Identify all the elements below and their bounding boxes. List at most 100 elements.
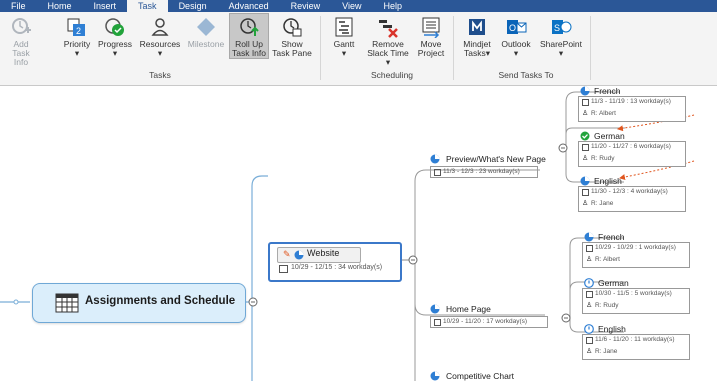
sharepoint-button[interactable]: S SharePoint ▾: [536, 14, 586, 58]
website-title: Website: [307, 248, 340, 258]
calendar-icon: [582, 189, 589, 196]
mindjet-tasks-button[interactable]: Mindjet Tasks▾: [457, 14, 497, 58]
preview-english-resource: R: Jane: [591, 200, 614, 207]
resource-icon: ♙: [586, 348, 593, 355]
preview-german-dates: 11/20 - 11/27 : 6 workday(s): [591, 143, 671, 150]
move-project-icon: [420, 16, 442, 39]
menu-item-insert[interactable]: Insert: [83, 0, 128, 12]
progress-quarter-icon: [430, 371, 440, 381]
preview-english-title: English: [594, 176, 622, 186]
home-english-info: 11/6 - 11/20 : 11 workday(s) ♙ R: Jane: [582, 334, 690, 360]
menu-bar: File Home Insert Task Design Advanced Review Vi…: [0, 0, 717, 12]
resource-icon: ♙: [582, 110, 589, 117]
menu-item-file[interactable]: File: [0, 0, 37, 12]
resources-dropdown-icon: ▾: [157, 48, 163, 58]
central-topic[interactable]: Assignments and Schedule: [32, 283, 246, 323]
milestone-button[interactable]: Milestone: [186, 14, 226, 49]
resources-button[interactable]: Resources ▾: [138, 14, 182, 58]
website-title-box: ✎ Website: [277, 247, 361, 263]
website-topic[interactable]: ✎ Website 10/29 - 12/15 : 34 workday(s): [268, 242, 402, 282]
roll-up-task-info-icon: [238, 16, 260, 38]
menu-item-design[interactable]: Design: [168, 0, 218, 12]
progress-dropdown-icon: ▾: [112, 48, 118, 58]
menu-item-task[interactable]: Task: [127, 0, 168, 12]
home-french-title: French: [598, 232, 625, 242]
done-check-icon: [580, 131, 590, 141]
calendar-icon: [279, 265, 288, 273]
resource-icon: ♙: [582, 155, 589, 162]
svg-text:O: O: [509, 23, 516, 33]
preview-english-info: 11/30 - 12/3 : 4 workday(s) ♙ R: Jane: [578, 186, 686, 212]
home-french-info: 10/29 - 10/29 : 1 workday(s) ♙ R: Albert: [582, 242, 690, 268]
home-page-date-box: 10/29 - 11/20 : 17 workday(s): [430, 316, 548, 328]
website-dates: 10/29 - 12/15 : 34 workday(s): [291, 264, 383, 271]
preview-german-topic[interactable]: German 11/20 - 11/27 : 6 workday(s) ♙ R:…: [578, 131, 690, 167]
send-tasks-group-label: Send Tasks To: [498, 70, 554, 80]
preview-english-dates: 11/30 - 12/3 : 4 workday(s): [591, 188, 668, 195]
home-page-title: Home Page: [446, 304, 491, 314]
home-french-resource: R: Albert: [595, 256, 620, 263]
home-german-topic[interactable]: German 10/30 - 11/5 : 5 workday(s) ♙ R: …: [582, 278, 694, 314]
preview-topic[interactable]: Preview/What's New Page 11/3 - 12/3 : 23…: [428, 152, 562, 178]
calendar-icon: [586, 337, 593, 344]
ribbon-separator: [320, 16, 321, 80]
outlook-dropdown-icon: ▾: [513, 48, 519, 58]
tag-icon: ✎: [283, 249, 291, 259]
roll-up-task-info-button[interactable]: Roll Up Task Info: [229, 13, 269, 59]
home-german-title: German: [598, 278, 629, 288]
home-french-topic[interactable]: French 10/29 - 10/29 : 1 workday(s) ♙ R:…: [582, 232, 694, 268]
priority-icon: 2: [66, 16, 88, 38]
gantt-dropdown-icon: ▾: [341, 48, 347, 58]
menu-item-advanced[interactable]: Advanced: [218, 0, 280, 12]
priority-button[interactable]: 2 Priority ▾: [60, 14, 94, 58]
progress-icon: [104, 16, 126, 38]
progress-quarter-icon: [580, 86, 590, 96]
progress-quarter-icon: [430, 304, 440, 314]
calendar-icon: [586, 291, 593, 298]
preview-french-topic[interactable]: French 11/3 - 11/19 : 13 workday(s) ♙ R:…: [578, 86, 690, 122]
competitive-chart-topic[interactable]: Competitive Chart: [428, 370, 548, 382]
preview-english-topic[interactable]: English 11/30 - 12/3 : 4 workday(s) ♙ R:…: [578, 176, 690, 212]
resource-icon: ♙: [586, 302, 593, 309]
gantt-button[interactable]: Gantt ▾: [326, 14, 362, 58]
add-task-info-icon: [10, 16, 32, 38]
calendar-icon: [582, 99, 589, 106]
menu-item-help[interactable]: Help: [372, 0, 413, 12]
remove-slack-time-button[interactable]: Remove Slack Time ▾: [364, 14, 412, 67]
progress-button[interactable]: Progress ▾: [96, 14, 134, 58]
mind-map-canvas[interactable]: Assignments and Schedule ✎ Website 10/29…: [0, 86, 717, 381]
menu-item-review[interactable]: Review: [280, 0, 332, 12]
mindjet-icon: [466, 16, 488, 38]
menu-item-view[interactable]: View: [331, 0, 372, 12]
progress-empty-icon: [584, 324, 594, 334]
preview-german-resource: R: Rudy: [591, 155, 615, 162]
calendar-icon: [434, 319, 441, 326]
priority-dropdown-icon: ▾: [74, 48, 80, 58]
menu-item-home[interactable]: Home: [37, 0, 83, 12]
home-english-topic[interactable]: English 11/6 - 11/20 : 11 workday(s) ♙ R…: [582, 324, 694, 360]
table-icon: [55, 293, 79, 313]
svg-text:2: 2: [76, 26, 81, 36]
calendar-icon: [434, 169, 441, 176]
add-task-info-button[interactable]: Add Task Info: [4, 14, 38, 67]
preview-title: Preview/What's New Page: [446, 154, 546, 164]
ribbon-separator: [590, 16, 591, 80]
move-project-button[interactable]: Move Project: [413, 14, 449, 58]
show-task-pane-icon: [281, 16, 303, 38]
ribbon-separator: [453, 16, 454, 80]
scheduling-group-label: Scheduling: [370, 70, 414, 80]
show-task-pane-button[interactable]: Show Task Pane: [272, 14, 312, 58]
show-task-pane-label-2: Task Pane: [272, 48, 312, 58]
home-page-dates: 10/29 - 11/20 : 17 workday(s): [443, 318, 528, 325]
outlook-icon: O: [505, 16, 527, 38]
ribbon: Add Task Info 2 Priority ▾ Progress ▾ Re…: [0, 12, 717, 86]
central-topic-label: Assignments and Schedule: [85, 295, 236, 307]
calendar-icon: [586, 245, 593, 252]
preview-french-resource: R: Albert: [591, 110, 616, 117]
milestone-label: Milestone: [187, 39, 225, 49]
home-page-topic[interactable]: Home Page 10/29 - 11/20 : 17 workday(s): [428, 302, 564, 328]
outlook-button[interactable]: O Outlook ▾: [497, 14, 535, 58]
progress-quarter-icon: [430, 154, 440, 164]
resource-icon: ♙: [582, 200, 589, 207]
preview-dates: 11/3 - 12/3 : 23 workday(s): [443, 168, 520, 175]
